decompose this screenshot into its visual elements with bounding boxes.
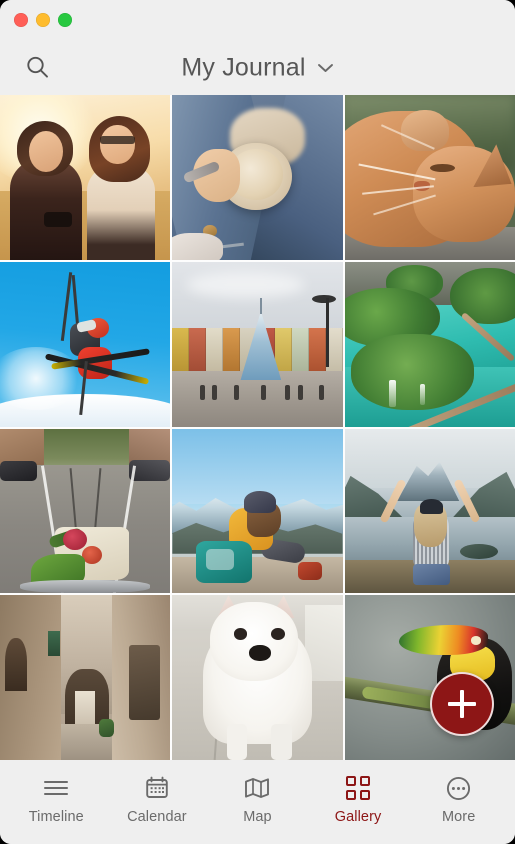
nav-row: My Journal xyxy=(0,40,515,95)
chevron-down-icon xyxy=(317,63,333,72)
tab-gallery[interactable]: Gallery xyxy=(308,775,409,825)
photo-3-ginger-cat xyxy=(344,95,515,260)
tab-label-gallery: Gallery xyxy=(334,809,382,825)
list-icon xyxy=(43,775,69,801)
photo-thumbnail[interactable] xyxy=(0,428,171,594)
photo-thumbnail[interactable] xyxy=(0,95,171,260)
photo-4-skier-jump xyxy=(0,261,171,427)
photo-8-journaling-summit xyxy=(172,428,343,594)
close-button[interactable] xyxy=(14,13,28,27)
grid-icon xyxy=(346,775,371,801)
photo-9-arms-raised-lake xyxy=(344,428,515,594)
photo-thumbnail[interactable] xyxy=(344,95,515,260)
tab-label-timeline: Timeline xyxy=(28,809,84,825)
photo-thumbnail[interactable] xyxy=(172,595,343,760)
add-entry-button[interactable] xyxy=(430,672,494,736)
photo-1-women-sunset xyxy=(0,95,171,260)
calendar-icon xyxy=(145,775,169,801)
photo-10-stone-alley xyxy=(0,595,171,760)
bottom-tab-bar: Timeline Calendar Map Gallery More xyxy=(0,760,515,844)
photo-thumbnail[interactable] xyxy=(344,428,515,594)
tab-label-calendar: Calendar xyxy=(127,809,187,825)
photo-6-turquoise-lakes xyxy=(344,261,515,427)
photo-thumbnail[interactable] xyxy=(172,95,343,260)
map-icon xyxy=(244,775,270,801)
tab-calendar[interactable]: Calendar xyxy=(107,775,208,825)
photo-5-town-square xyxy=(172,261,343,427)
ellipsis-circle-icon xyxy=(446,775,471,801)
page-title: My Journal xyxy=(181,53,306,81)
photo-thumbnail[interactable] xyxy=(344,595,515,760)
photo-thumbnail[interactable] xyxy=(0,595,171,760)
photo-thumbnail[interactable] xyxy=(344,261,515,427)
photo-7-bike-groceries xyxy=(0,428,171,594)
plus-icon-vertical xyxy=(460,690,464,718)
photo-12-toucan xyxy=(344,595,515,760)
photo-grid xyxy=(0,95,515,760)
tab-label-map: Map xyxy=(243,809,272,825)
journal-selector[interactable]: My Journal xyxy=(0,53,515,82)
tab-map[interactable]: Map xyxy=(207,775,308,825)
tab-timeline[interactable]: Timeline xyxy=(6,775,107,825)
photo-thumbnail[interactable] xyxy=(172,428,343,594)
zoom-button[interactable] xyxy=(58,13,72,27)
traffic-light-buttons xyxy=(14,13,72,27)
photo-thumbnail[interactable] xyxy=(0,261,171,427)
minimize-button[interactable] xyxy=(36,13,50,27)
photo-thumbnail[interactable] xyxy=(172,261,343,427)
tab-label-more: More xyxy=(441,809,476,825)
title-bar: My Journal xyxy=(0,0,515,95)
app-window: My Journal Timeline Calendar Map Gallery… xyxy=(0,0,515,844)
photo-2-latte-jeans xyxy=(172,95,343,260)
photo-11-samoyed-puppy xyxy=(172,595,343,760)
tab-more[interactable]: More xyxy=(408,775,509,825)
